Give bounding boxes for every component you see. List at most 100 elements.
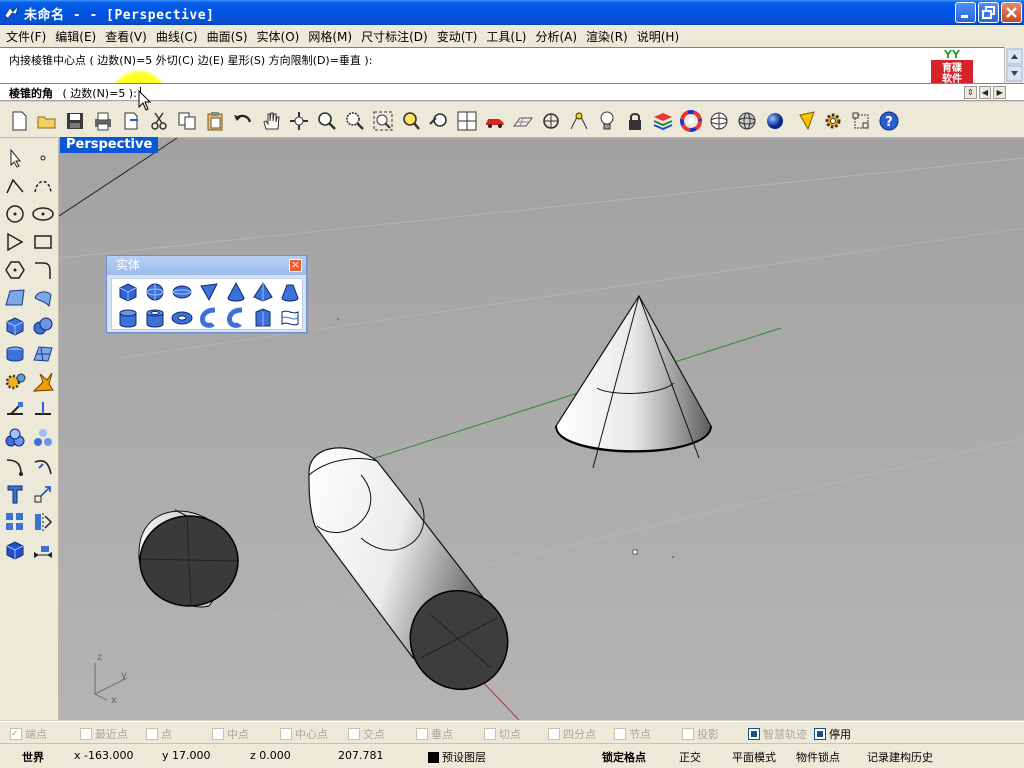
mesh-button[interactable] <box>31 342 57 368</box>
command-history-scrollbar[interactable] <box>1004 47 1024 83</box>
solid-truncated-cone-tool-button[interactable] <box>278 280 302 304</box>
menu-tools[interactable]: 工具(L) <box>482 28 530 45</box>
menu-view[interactable]: 查看(V) <box>101 28 151 45</box>
arc-button[interactable] <box>3 230 29 256</box>
undo-button[interactable] <box>232 110 256 134</box>
solid-torus-tool-button[interactable] <box>170 306 194 330</box>
menu-edit[interactable]: 编辑(E) <box>51 28 100 45</box>
select-button[interactable] <box>3 146 29 172</box>
solid-tube-tool-button[interactable] <box>143 306 167 330</box>
spin-updown-icon[interactable]: ⇕ <box>964 86 977 99</box>
solid-tools-button[interactable] <box>3 538 29 564</box>
solid-cone-tool-button[interactable] <box>224 280 248 304</box>
open-button[interactable] <box>36 110 60 134</box>
menu-transform[interactable]: 变动(T) <box>433 28 482 45</box>
cplane-indicator[interactable]: 世界 <box>22 749 44 765</box>
osnap-toggle[interactable]: 物件锁点 <box>796 749 840 765</box>
palette-title[interactable]: 实体 <box>107 256 306 275</box>
curve-button[interactable] <box>31 174 57 200</box>
osnap-checkbox[interactable] <box>814 728 826 740</box>
scale-button[interactable] <box>31 482 57 508</box>
osnap-checkbox[interactable] <box>416 728 428 740</box>
print-button[interactable] <box>92 110 116 134</box>
osnap-checkbox[interactable] <box>80 728 92 740</box>
ungroup-button[interactable] <box>31 426 57 452</box>
palette-close-button[interactable]: × <box>289 259 302 272</box>
light-button[interactable] <box>796 110 820 134</box>
osnap-item[interactable]: 最近点 <box>80 726 128 742</box>
polygon-button[interactable] <box>3 258 29 284</box>
snap-button[interactable] <box>568 110 592 134</box>
solid-pipe-tool-button[interactable] <box>197 306 221 330</box>
circle-button[interactable] <box>3 202 29 228</box>
spin-right-icon[interactable]: ▶ <box>993 86 1007 99</box>
explode-button[interactable] <box>31 370 57 396</box>
ellipse-button[interactable] <box>31 202 57 228</box>
solid-extrude-tool-button[interactable] <box>251 306 275 330</box>
mirror-button[interactable] <box>31 510 57 536</box>
solid-pyramid-tool-button[interactable] <box>251 280 275 304</box>
layer-selector[interactable]: 预设图层 <box>428 749 486 765</box>
solid-box-tool-button[interactable] <box>116 280 140 304</box>
car-button[interactable] <box>484 110 508 134</box>
text-button[interactable] <box>3 482 29 508</box>
save-button[interactable] <box>64 110 88 134</box>
osnap-item[interactable]: 节点 <box>614 726 651 742</box>
close-button[interactable] <box>1001 2 1022 23</box>
extrude-button[interactable] <box>3 342 29 368</box>
zoom-window-button[interactable] <box>344 110 368 134</box>
osnap-item[interactable]: 停用 <box>814 726 851 742</box>
pan-button[interactable] <box>260 110 284 134</box>
trim-button[interactable] <box>31 398 57 424</box>
osnap-item[interactable]: 中点 <box>212 726 249 742</box>
ortho-toggle[interactable]: 正交 <box>679 749 701 765</box>
osnap-item[interactable]: ✓ 端点 <box>10 726 47 742</box>
rotate-view-button[interactable] <box>288 110 312 134</box>
record-history-toggle[interactable]: 记录建构历史 <box>867 749 933 765</box>
options-button[interactable] <box>822 110 846 134</box>
solid-sphere-tool-button[interactable] <box>143 280 167 304</box>
osnap-item[interactable]: 四分点 <box>548 726 596 742</box>
render-preview-button[interactable] <box>764 110 788 134</box>
osnap-checkbox[interactable] <box>748 728 760 740</box>
minimize-button[interactable] <box>955 2 976 23</box>
import-button[interactable] <box>120 110 144 134</box>
surface-button[interactable] <box>3 286 29 312</box>
grid-snap-toggle[interactable]: 锁定格点 <box>602 749 646 765</box>
osnap-checkbox[interactable] <box>682 728 694 740</box>
osnap-checkbox[interactable] <box>484 728 496 740</box>
offset-button[interactable] <box>31 454 57 480</box>
menu-dimension[interactable]: 尺寸标注(D) <box>357 28 432 45</box>
osnap-item[interactable]: 智慧轨迹 <box>748 726 807 742</box>
cplane-button[interactable] <box>512 110 536 134</box>
osnap-checkbox[interactable] <box>212 728 224 740</box>
fillet-curve-button[interactable] <box>31 258 57 284</box>
lights-button[interactable] <box>596 110 620 134</box>
solid-ellipsoid-tool-button[interactable] <box>170 280 194 304</box>
osnap-item[interactable]: 切点 <box>484 726 521 742</box>
zoom-extents-button[interactable] <box>372 110 396 134</box>
undo-view-button[interactable] <box>428 110 452 134</box>
boolean-union-button[interactable] <box>31 314 57 340</box>
cut-button[interactable] <box>148 110 172 134</box>
new-file-button[interactable] <box>8 110 32 134</box>
menu-file[interactable]: 文件(F) <box>2 28 50 45</box>
fillet-edge-button[interactable] <box>3 454 29 480</box>
solid-text-tool-button[interactable] <box>278 306 302 330</box>
menu-render[interactable]: 渲染(R) <box>582 28 632 45</box>
osnap-checkbox[interactable] <box>348 728 360 740</box>
lock-button[interactable] <box>624 110 648 134</box>
color-button[interactable] <box>680 110 704 134</box>
osnap-item[interactable]: 点 <box>146 726 172 742</box>
menu-help[interactable]: 说明(H) <box>633 28 683 45</box>
shaded-view-button[interactable] <box>736 110 760 134</box>
osnap-item[interactable]: 垂点 <box>416 726 453 742</box>
solid-cylinder-tool-button[interactable] <box>116 306 140 330</box>
point-button[interactable] <box>31 146 57 172</box>
help-button[interactable]: ? <box>878 110 902 134</box>
osnap-checkbox[interactable]: ✓ <box>10 728 22 740</box>
rectangle-button[interactable] <box>31 230 57 256</box>
solid-thick-pipe-tool-button[interactable] <box>224 306 248 330</box>
wireframe-view-button[interactable] <box>708 110 732 134</box>
polyline-button[interactable] <box>3 174 29 200</box>
